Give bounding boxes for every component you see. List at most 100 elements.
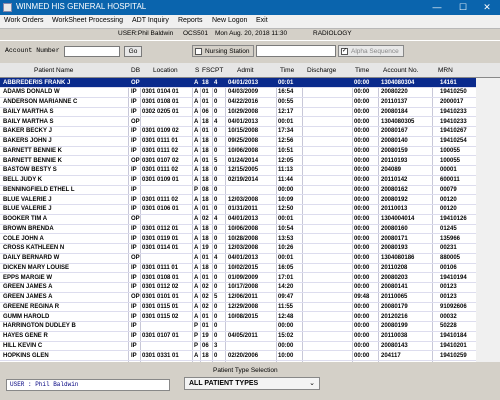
table-row[interactable]: BASTOW BESTY S IP 0301 0111 02 A 18 0 12/15/20… <box>0 166 476 176</box>
col-patient-name[interactable]: Patient Name <box>34 67 73 74</box>
cell-patient-name: GUMM HAROLD <box>3 313 50 320</box>
table-row[interactable]: BAILY MARTHA S OP A 18 4 04/01/2013 00:01 00:00… <box>0 117 476 128</box>
close-icon[interactable]: ✕ <box>474 0 500 15</box>
cell-pt: 0 <box>214 89 218 96</box>
table-row[interactable]: EPPS MARGIE W IP 0301 0108 01 A 01 0 01/09/200… <box>0 273 476 284</box>
patient-type-select[interactable]: ALL PATIENT TYPES ⌄ <box>184 377 320 390</box>
alpha-sequence-checkbox[interactable]: ✓ <box>341 48 348 55</box>
menu-exit[interactable]: Exit <box>256 17 268 24</box>
nursing-station-field[interactable] <box>256 45 336 57</box>
cell-status: A <box>194 245 199 252</box>
cell-patient-name: HILL KEVIN C <box>3 342 43 349</box>
cell-status: A <box>194 138 199 144</box>
table-row[interactable]: BOOKER TIM A OP A 02 4 04/01/2013 00:01 00:00 13… <box>0 215 476 225</box>
col-mrn[interactable]: MRN <box>438 67 453 74</box>
menu-work-orders[interactable]: Work Orders <box>4 17 44 24</box>
table-row[interactable]: BAKER BECKY J IP 0301 0109 02 A 01 0 10/15/200… <box>0 127 476 137</box>
cell-discharge-time: 00:00 <box>354 177 370 183</box>
table-row[interactable]: BAILY MARTHA S IP 0302 0205 01 A 06 0 10/29/20… <box>0 107 476 118</box>
col-pt[interactable]: PT <box>215 67 223 74</box>
cell-location: 0301 0109 02 <box>142 128 179 135</box>
cell-fsc: 01 <box>202 89 209 96</box>
col-admit[interactable]: Admit <box>237 67 254 74</box>
cell-account-no: 20080167 <box>381 128 408 135</box>
account-number-input[interactable] <box>64 46 120 57</box>
cell-pt: 0 <box>214 186 218 193</box>
table-row[interactable]: BAKERS JOHN J IP 0301 0111 01 A 18 0 09/25/200… <box>0 137 476 147</box>
table-row[interactable]: CROSS KATHLEEN N IP 0301 0114 01 A 19 0 12/03/… <box>0 244 476 254</box>
cell-patient-name: BENNINGFIELD ETHEL L <box>3 186 75 193</box>
table-row[interactable]: GREEN JAMES A IP 0301 0112 02 A 02 0 10/17/200… <box>0 283 476 293</box>
table-row[interactable]: HARRINGTON DUDLEY B IP P 01 0 00:00 00:00 20080… <box>0 322 476 332</box>
col-db[interactable]: DB <box>131 67 140 74</box>
cell-location: 0301 0108 01 <box>142 99 179 105</box>
cell-fsc: 18 <box>202 118 209 125</box>
cell-admit-date: 12/06/2011 <box>228 294 258 300</box>
vertical-scrollbar[interactable] <box>476 78 500 362</box>
cell-mrn: 600011 <box>440 177 460 183</box>
menu-adt-inquiry[interactable]: ADT Inquiry <box>132 17 169 24</box>
table-row[interactable]: HAYES GENE R IP 0301 0107 01 P 19 0 04/05/2011… <box>0 332 476 342</box>
table-row[interactable]: GUMM HAROLD IP 0301 0115 02 A 01 0 10/08/2015 1… <box>0 312 476 323</box>
col-discharge[interactable]: Discharge <box>307 67 336 74</box>
cell-pt: 0 <box>214 264 218 271</box>
col-account-no[interactable]: Account No. <box>383 67 418 74</box>
cell-patient-name: BASTOW BESTY S <box>3 167 57 174</box>
table-row[interactable]: HOPKINS GLEN IP 0301 0331 01 A 18 0 02/20/2006… <box>0 351 476 362</box>
cell-patient-name: ABBREDERIS FRANK J <box>3 79 71 86</box>
cell-admit-time: 00:01 <box>278 118 294 125</box>
table-row[interactable]: BARNETT BENNIE K OP 0301 0107 02 A 01 5 01/24/… <box>0 156 476 167</box>
table-row[interactable]: BLUE VALERIE J IP 0301 0106 01 A 01 0 01/31/20… <box>0 205 476 215</box>
cell-discharge-time: 00:00 <box>354 235 370 242</box>
cell-location: 0301 0112 01 <box>142 225 179 232</box>
minimize-icon[interactable]: — <box>424 0 450 15</box>
cell-status: P <box>194 186 199 193</box>
cell-admit-date: 04/01/2013 <box>228 216 259 222</box>
cell-account-no: 20080160 <box>381 225 408 232</box>
status-user: USER : Phil Baldwin <box>6 379 170 391</box>
cell-discharge-time: 00:00 <box>354 342 370 349</box>
table-row[interactable]: GREEN JAMES A OP 0301 0101 01 A 02 5 12/06/201… <box>0 293 476 303</box>
table-row[interactable]: HILL KEVIN C IP P 06 3 00:00 00:00 20080143 1941… <box>0 341 476 352</box>
nursing-station-checkbox[interactable] <box>195 48 202 55</box>
cell-patient-name: BAKER BECKY J <box>3 128 52 135</box>
cell-mrn: 00001 <box>440 167 457 174</box>
table-row[interactable]: BROWN BRENDA IP 0301 0112 01 A 18 0 10/06/2008… <box>0 224 476 235</box>
cell-account-no: 20080203 <box>381 274 408 281</box>
table-row[interactable]: ABBREDERIS FRANK J OP A 18 4 04/01/2013 00:01 0… <box>0 78 476 89</box>
cell-pt: 5 <box>214 294 218 300</box>
col-status[interactable]: S <box>195 67 199 74</box>
col-fsc[interactable]: FSC <box>202 67 215 74</box>
menu-worksheet-processing[interactable]: WorkSheet Processing <box>52 17 123 24</box>
table-row[interactable]: GREENE REGINA R IP 0301 0115 01 A 02 0 12/29/2… <box>0 302 476 313</box>
col-location[interactable]: Location <box>153 67 178 74</box>
table-row[interactable]: BARNETT BENNIE K IP 0301 0111 02 A 18 0 10/06/… <box>0 146 476 157</box>
table-row[interactable]: ANDERSON MARIANNE C IP 0301 0108 01 A 01 0 04/… <box>0 98 476 108</box>
table-row[interactable]: COLE JOHN A IP 0301 0119 01 A 18 0 10/28/2008 1… <box>0 234 476 245</box>
cell-admit-date: 10/06/2008 <box>228 147 259 154</box>
patient-type-label: Patient Type Selection <box>213 367 278 374</box>
cell-db: IP <box>131 313 137 320</box>
table-row[interactable]: BLUE VALERIE J IP 0301 0111 02 A 18 0 12/03/20… <box>0 195 476 206</box>
table-row[interactable]: DAILY BERNARD W OP A 01 4 04/01/2013 00:01 00:0… <box>0 254 476 264</box>
go-button[interactable]: Go <box>124 46 142 57</box>
cell-fsc: 19 <box>202 245 209 252</box>
menu-reports[interactable]: Reports <box>178 17 203 24</box>
col-discharge-time[interactable]: Time <box>355 67 369 74</box>
table-row[interactable]: DICKEN MARY LOUISE IP 0301 0111 01 A 18 0 10/0… <box>0 263 476 274</box>
cell-pt: 4 <box>214 255 218 261</box>
cell-patient-name: BOOKER TIM A <box>3 216 48 222</box>
cell-location: 0301 0111 01 <box>142 138 179 144</box>
menu-new-logon[interactable]: New Logon <box>212 17 247 24</box>
cell-admit-date: 04/03/2009 <box>228 89 259 96</box>
cell-db: IP <box>131 167 137 174</box>
cell-discharge-time: 00:00 <box>354 274 370 281</box>
cell-mrn: 01245 <box>440 225 457 232</box>
cell-location: 0301 0111 02 <box>142 167 179 174</box>
table-row[interactable]: ADAMS DONALD W IP 0301 0104 01 A 01 0 04/03/20… <box>0 88 476 98</box>
maximize-icon[interactable]: ☐ <box>450 0 476 15</box>
col-admit-time[interactable]: Time <box>280 67 294 74</box>
cell-admit-date: 02/19/2014 <box>228 177 259 183</box>
table-row[interactable]: BELL JUDY K IP 0301 0109 01 A 18 0 02/19/2014 1… <box>0 176 476 186</box>
table-row[interactable]: BENNINGFIELD ETHEL L IP P 08 0 00:00 00:00 2008… <box>0 185 476 196</box>
